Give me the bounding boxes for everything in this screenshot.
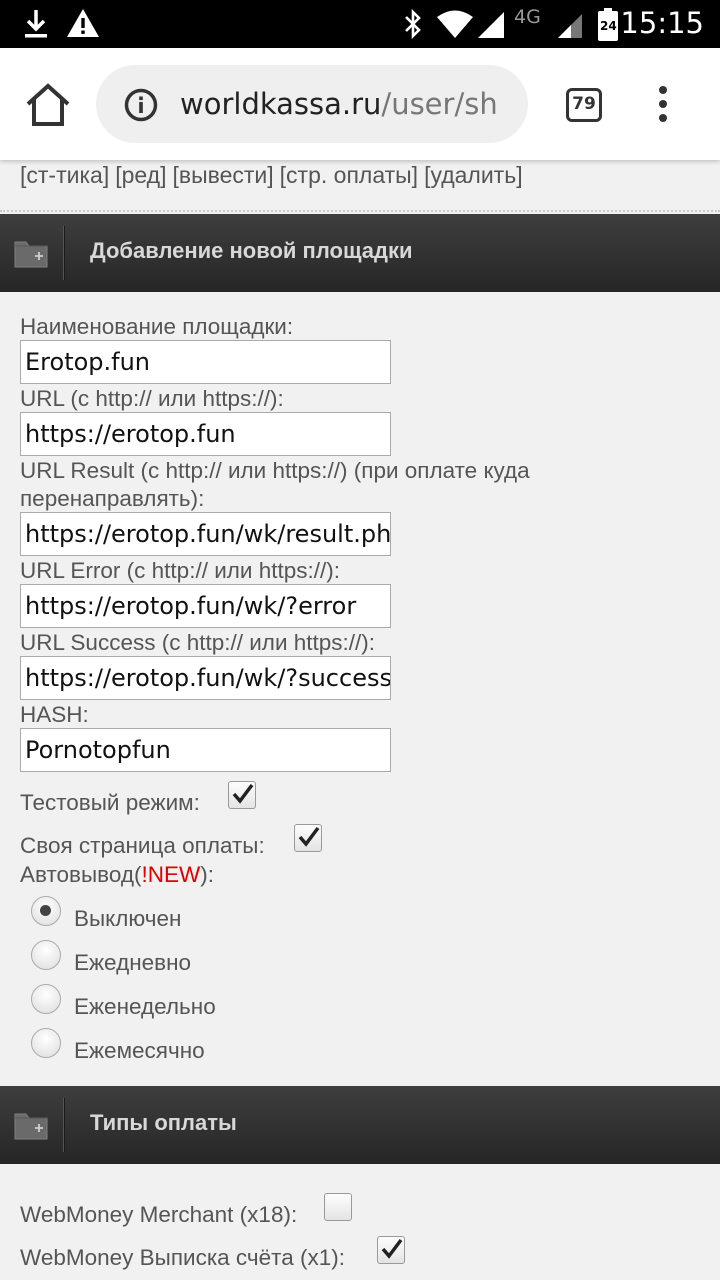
radio-selected-dot xyxy=(40,905,51,916)
new-badge: !NEW xyxy=(141,862,201,887)
own-page-label: Своя страница оплаты: xyxy=(20,833,265,858)
url-error-input[interactable]: https://erotop.fun/wk/?error xyxy=(20,584,391,628)
payment-webmoney-merchant-label: WebMoney Merchant (x18): xyxy=(20,1202,298,1227)
radio-label-monthly: Ежемесячно xyxy=(74,1038,205,1063)
signal-icon xyxy=(476,8,506,44)
section-header-add-site: Добавление новой площадки xyxy=(0,214,720,292)
home-icon[interactable] xyxy=(22,82,74,128)
url-error-label: URL Error (с http:// или https://): xyxy=(20,558,340,583)
tab-switcher-button[interactable]: 79 xyxy=(566,88,602,122)
section-title: Типы оплаты xyxy=(90,1110,237,1135)
url-success-label: URL Success (с http:// или https://): xyxy=(20,630,376,655)
info-icon[interactable] xyxy=(124,88,158,126)
section-header-payment-types: Типы оплаты xyxy=(0,1086,720,1164)
separator xyxy=(63,226,65,280)
hash-label: HASH: xyxy=(20,702,89,727)
separator xyxy=(63,1098,65,1152)
download-icon xyxy=(22,8,50,44)
battery-level: 24 xyxy=(600,19,617,33)
url-path: /user/sh xyxy=(381,87,498,121)
link-delete[interactable]: [удалить] xyxy=(424,162,523,188)
status-bar: 4G 24 15:15 xyxy=(0,0,720,48)
hash-input[interactable]: Pornotopfun xyxy=(20,728,391,772)
site-nav-links: [ст-тика] [ред] [вывести] [стр. оплаты] [уда… xyxy=(20,162,529,189)
url-text: worldkassa.ru/user/sh xyxy=(180,87,498,121)
link-edit[interactable]: [ред] xyxy=(115,162,166,188)
url-domain: worldkassa.ru xyxy=(180,87,382,121)
site-name-input[interactable]: Erotop.fun xyxy=(20,340,391,384)
site-name-label: Наименование площадки: xyxy=(20,314,294,339)
radio-label-off: Выключен xyxy=(74,906,182,931)
checkmark-icon xyxy=(232,783,254,804)
network-type: 4G xyxy=(514,6,541,28)
test-mode-label: Тестовый режим: xyxy=(20,790,200,815)
checkmark-icon xyxy=(381,1238,403,1259)
url-label: URL (с http:// или https://): xyxy=(20,386,284,411)
folder-add-icon xyxy=(14,236,48,272)
link-stats[interactable]: [ст-тика] xyxy=(20,162,109,188)
radio-autowithdraw-weekly[interactable] xyxy=(31,984,61,1014)
warning-icon xyxy=(66,7,100,43)
link-payment-page[interactable]: [стр. оплаты] xyxy=(280,162,418,188)
autowithdraw-label: Автовывод(!NEW): xyxy=(20,862,214,887)
clock: 15:15 xyxy=(620,6,704,40)
radio-autowithdraw-daily[interactable] xyxy=(31,940,61,970)
payment-webmoney-merchant-checkbox[interactable] xyxy=(324,1193,352,1221)
divider xyxy=(0,210,720,212)
url-result-input[interactable]: https://erotop.fun/wk/result.ph xyxy=(20,512,391,556)
url-result-label-line2: перенаправлять): xyxy=(20,486,205,511)
radio-autowithdraw-off[interactable] xyxy=(31,896,61,926)
payment-webmoney-invoice-label: WebMoney Выписка счёта (x1): xyxy=(20,1245,345,1270)
link-withdraw[interactable]: [вывести] xyxy=(173,162,274,188)
url-result-label-line1: URL Result (с http:// или https://) (при… xyxy=(20,458,530,483)
test-mode-checkbox[interactable] xyxy=(228,781,256,809)
folder-add-icon xyxy=(14,1108,48,1144)
url-success-input[interactable]: https://erotop.fun/wk/?success xyxy=(20,656,391,700)
browser-toolbar: worldkassa.ru/user/sh 79 xyxy=(0,48,720,160)
overflow-menu-icon[interactable] xyxy=(656,86,670,126)
signal-icon xyxy=(556,8,584,44)
address-bar[interactable]: worldkassa.ru/user/sh xyxy=(96,65,528,143)
checkmark-icon xyxy=(298,826,320,847)
url-input[interactable]: https://erotop.fun xyxy=(20,412,391,456)
payment-webmoney-invoice-checkbox[interactable] xyxy=(377,1236,405,1264)
radio-label-daily: Ежедневно xyxy=(74,950,192,975)
section-title: Добавление новой площадки xyxy=(90,238,413,263)
own-payment-page-checkbox[interactable] xyxy=(294,824,322,852)
radio-autowithdraw-monthly[interactable] xyxy=(31,1028,61,1058)
wifi-icon xyxy=(436,8,474,44)
bluetooth-icon xyxy=(402,8,424,44)
radio-label-weekly: Еженедельно xyxy=(74,994,216,1019)
page-content: [ст-тика] [ред] [вывести] [стр. оплаты] [уда… xyxy=(0,160,720,1280)
